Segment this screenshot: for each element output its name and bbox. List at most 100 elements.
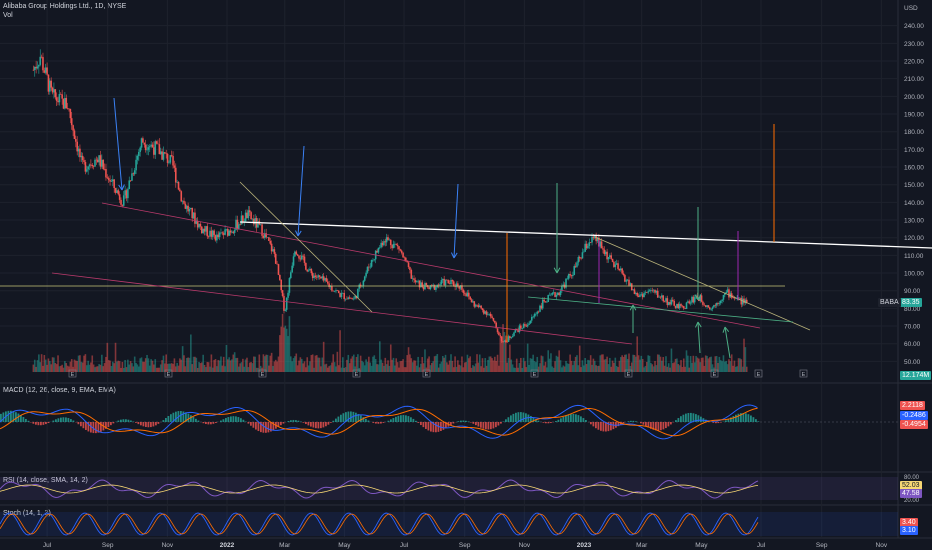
volume-bar xyxy=(44,359,47,372)
time-tick-label: Sep xyxy=(459,542,471,549)
volume-bar xyxy=(524,361,526,372)
volume-bar xyxy=(635,356,637,372)
volume-bar xyxy=(270,352,273,372)
candle-body xyxy=(450,279,452,285)
candle-body xyxy=(53,89,55,93)
last-volume-label: 12.174M xyxy=(900,371,932,380)
macd-hist-bar xyxy=(235,416,237,422)
volume-bar xyxy=(533,361,536,372)
candle-body xyxy=(39,56,42,65)
macd-hist-bar xyxy=(310,422,312,427)
volume-bar xyxy=(726,364,729,372)
candle-body xyxy=(451,279,454,282)
volume-bar xyxy=(266,354,269,372)
volume-bar xyxy=(244,359,247,372)
candle-body xyxy=(335,290,337,292)
volume-bar xyxy=(574,356,577,372)
volume-bar xyxy=(196,367,199,372)
candle-body xyxy=(135,159,137,171)
volume-bar xyxy=(340,367,343,372)
candle-body xyxy=(399,249,402,251)
macd-hist-bar xyxy=(32,422,35,424)
candle-body xyxy=(321,276,324,279)
volume-bar xyxy=(61,364,63,372)
candle-body xyxy=(320,276,322,279)
macd-hist-bar xyxy=(70,419,72,422)
candle-body xyxy=(641,294,644,298)
macd-hist-bar xyxy=(640,422,642,424)
candle-body xyxy=(422,286,425,290)
candle-body xyxy=(133,170,136,175)
volume-bar xyxy=(418,367,421,372)
candle-body xyxy=(472,301,474,303)
volume-bar xyxy=(480,366,482,372)
macd-hist-bar xyxy=(147,422,150,428)
volume-bar xyxy=(676,358,678,372)
macd-hist-bar xyxy=(297,420,300,422)
volume-bar xyxy=(65,363,68,372)
candle-body xyxy=(136,156,139,160)
candle-body xyxy=(708,307,711,310)
volume-bar xyxy=(715,355,718,372)
volume-bar xyxy=(473,366,476,372)
volume-bar xyxy=(678,365,681,372)
volume-bar xyxy=(135,362,137,372)
candle-body xyxy=(277,264,280,275)
candle-body xyxy=(651,289,654,291)
candle-body xyxy=(433,284,436,290)
candle-body xyxy=(395,243,398,245)
volume-bar xyxy=(569,354,571,372)
price-chart[interactable]: 50.0060.0070.0080.0090.00100.00110.00120… xyxy=(0,0,932,550)
volume-bar xyxy=(506,362,508,372)
candle-body xyxy=(112,179,114,182)
macd-hist-bar xyxy=(527,414,530,422)
green-arrow-4 xyxy=(697,321,701,354)
candle-body xyxy=(587,245,589,249)
time-tick-label: Nov xyxy=(519,542,531,549)
volume-bar xyxy=(117,360,120,372)
earnings-label: E xyxy=(533,372,537,378)
candle-body xyxy=(714,305,717,306)
macd-hist-bar xyxy=(497,422,500,426)
volume-bar xyxy=(250,362,252,372)
candle-body xyxy=(285,297,288,310)
macd-hist-bar xyxy=(367,420,370,422)
volume-bar xyxy=(102,366,105,372)
volume-bar xyxy=(428,356,430,372)
candle-body xyxy=(79,148,81,158)
candle-body xyxy=(452,281,455,286)
volume-bar xyxy=(347,354,350,372)
macd-hist-bar xyxy=(400,415,402,422)
candle-body xyxy=(246,212,248,219)
volume-bar xyxy=(521,367,523,372)
volume-bar xyxy=(95,366,98,372)
volume-bar xyxy=(220,356,222,372)
candle-body xyxy=(607,256,610,260)
volume-bar xyxy=(190,334,192,372)
volume-bar xyxy=(446,362,448,372)
volume-bar xyxy=(637,355,640,372)
macd-hist-bar xyxy=(585,419,587,422)
volume-bar xyxy=(125,367,128,372)
candles xyxy=(32,49,748,344)
candle-body xyxy=(492,317,495,321)
volume-bar xyxy=(35,366,37,372)
right-axis-labels: 83.35 12.174M 2.2118 -0.2486 -0.4954 52.03 47.… xyxy=(878,0,932,550)
volume-bar xyxy=(306,357,309,372)
volume-bar xyxy=(465,362,467,372)
volume-bar xyxy=(496,354,499,372)
candle-body xyxy=(316,277,318,278)
volume-bar xyxy=(128,364,131,372)
rsi-band xyxy=(0,477,898,500)
volume-bar xyxy=(665,356,667,372)
volume-bar xyxy=(406,355,408,372)
macd-hist-bar xyxy=(175,411,177,422)
macd-hist-bar xyxy=(315,422,317,429)
candle-body xyxy=(676,303,678,308)
macd-hist-bar xyxy=(355,412,357,422)
macd-hist-bar xyxy=(190,415,192,422)
volume-bar xyxy=(313,367,315,372)
volume-bar xyxy=(373,355,376,372)
volume-bar xyxy=(611,360,614,372)
macd-hist-bar xyxy=(182,411,185,422)
